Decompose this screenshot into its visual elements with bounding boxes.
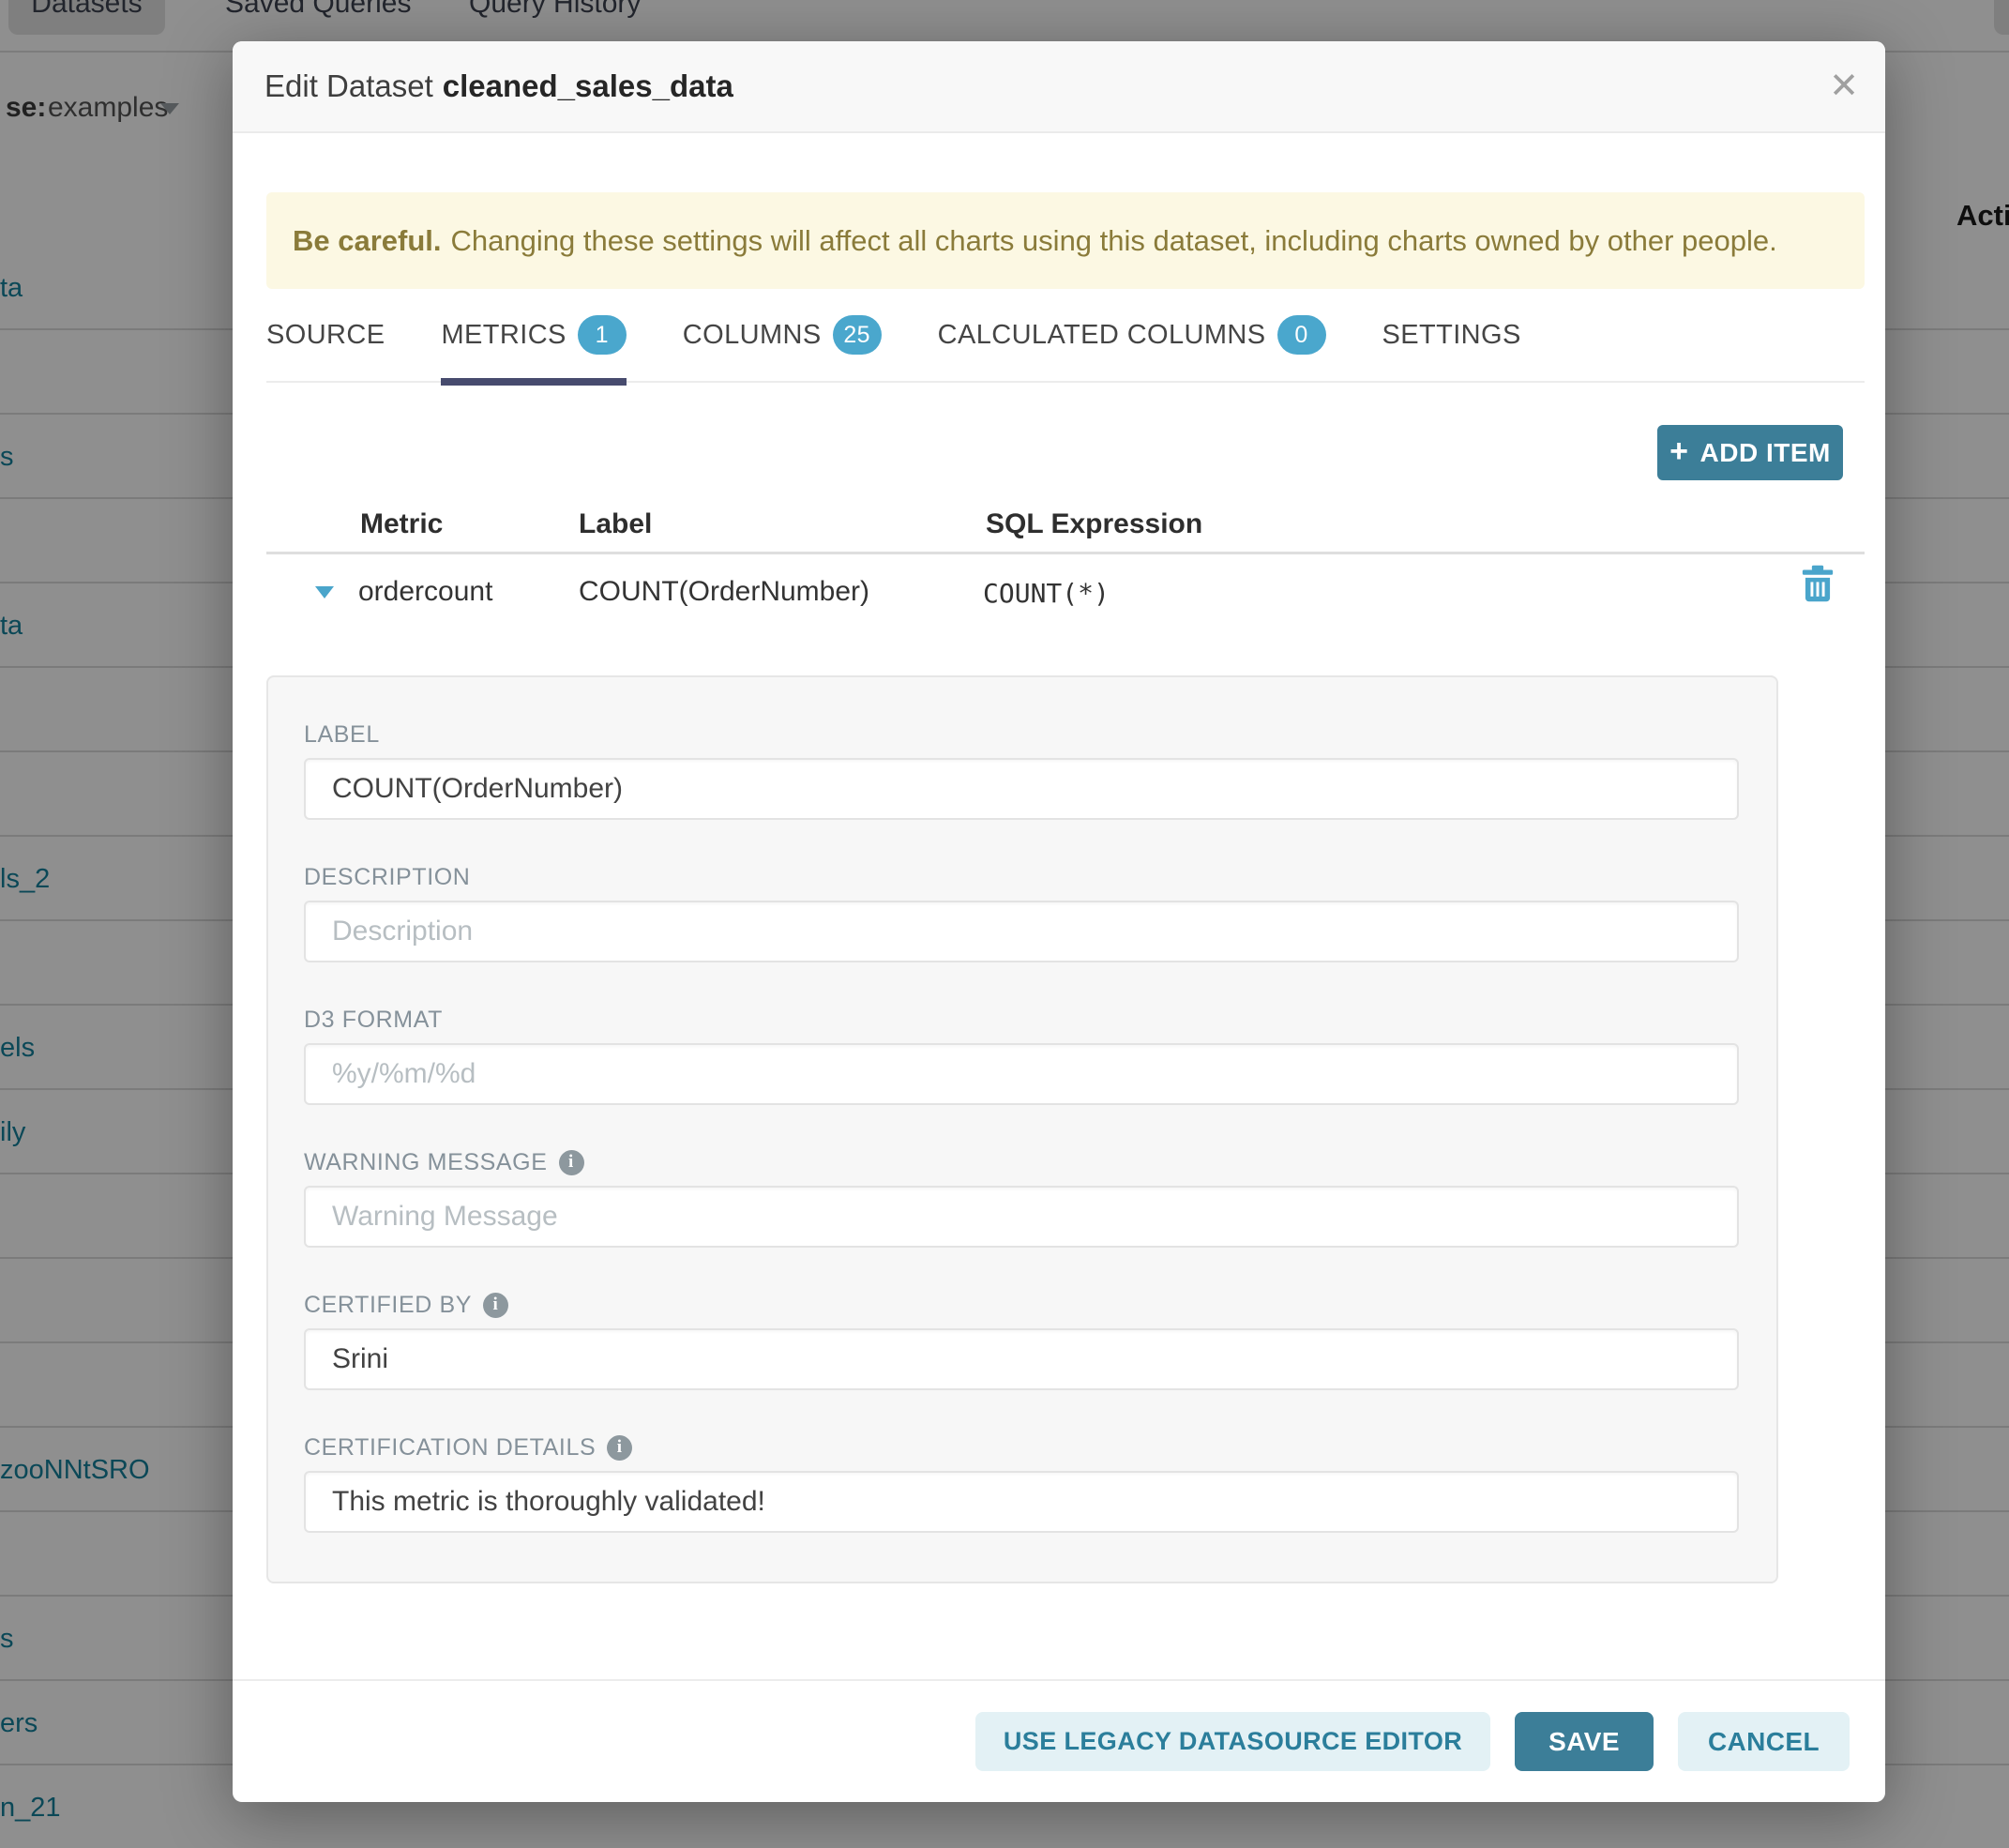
cancel-button[interactable]: CANCEL: [1678, 1712, 1850, 1771]
tab-source[interactable]: SOURCE: [266, 289, 385, 381]
caret-down-icon[interactable]: [315, 586, 334, 598]
info-icon: i: [559, 1150, 584, 1175]
certified-by-input[interactable]: [304, 1328, 1739, 1390]
metric-name-cell: ordercount: [358, 576, 492, 608]
use-legacy-datasource-editor-button[interactable]: USE LEGACY DATASOURCE EDITOR: [975, 1712, 1490, 1771]
columns-count-badge: 25: [833, 315, 882, 355]
tab-columns-label: COLUMNS: [683, 320, 822, 351]
warning-banner: Be careful. Changing these settings will…: [266, 192, 1865, 289]
edit-dataset-modal: Edit Dataset cleaned_sales_data ✕ Be care…: [233, 41, 1885, 1802]
warning-banner-bold: Be careful.: [293, 224, 442, 258]
modal-title-dataset-name: cleaned_sales_data: [443, 68, 733, 103]
tab-calculated-columns[interactable]: CALCULATED COLUMNS 0: [938, 289, 1326, 381]
tab-calculated-columns-label: CALCULATED COLUMNS: [938, 320, 1266, 351]
metrics-header-divider: [266, 552, 1865, 554]
tab-source-label: SOURCE: [266, 320, 385, 351]
sql-expression-column-header: SQL Expression: [986, 508, 1202, 540]
description-input[interactable]: [304, 901, 1739, 962]
modal-header: Edit Dataset cleaned_sales_data ✕: [233, 41, 1885, 133]
label-column-header: Label: [579, 508, 652, 540]
warning-banner-text: Changing these settings will affect all …: [451, 224, 1777, 258]
warning-message-input[interactable]: [304, 1186, 1739, 1248]
warning-message-field-label: WARNING MESSAGE i: [304, 1146, 1739, 1178]
modal-title: Edit Dataset cleaned_sales_data: [264, 68, 733, 104]
certification-details-input[interactable]: [304, 1471, 1739, 1533]
metric-edit-panel: LABEL DESCRIPTION D3 FORMAT WARNING MESS…: [266, 675, 1778, 1583]
info-icon: i: [607, 1435, 632, 1461]
description-field: DESCRIPTION: [304, 861, 1739, 962]
certification-details-field-label: CERTIFICATION DETAILS i: [304, 1431, 1739, 1463]
modal-footer: USE LEGACY DATASOURCE EDITOR SAVE CANCEL: [233, 1679, 1885, 1802]
certified-by-field: CERTIFIED BY i: [304, 1289, 1739, 1390]
tab-settings-label: SETTINGS: [1382, 320, 1521, 351]
d3-format-field: D3 FORMAT: [304, 1004, 1739, 1105]
modal-tab-bar: SOURCE METRICS 1 COLUMNS 25 CALCULATED C…: [266, 289, 1865, 383]
d3-format-input[interactable]: [304, 1043, 1739, 1105]
modal-title-prefix: Edit Dataset: [264, 68, 433, 103]
add-item-label: ADD ITEM: [1700, 438, 1831, 468]
add-item-button[interactable]: + ADD ITEM: [1657, 425, 1843, 480]
certified-by-field-label: CERTIFIED BY i: [304, 1289, 1739, 1321]
metric-column-header: Metric: [360, 508, 443, 540]
save-button[interactable]: SAVE: [1515, 1712, 1654, 1771]
metric-label-cell: COUNT(OrderNumber): [579, 576, 869, 608]
tab-columns[interactable]: COLUMNS 25: [683, 289, 882, 381]
calculated-columns-count-badge: 0: [1277, 315, 1326, 355]
plus-icon: +: [1669, 435, 1688, 467]
warning-message-field: WARNING MESSAGE i: [304, 1146, 1739, 1248]
metrics-count-badge: 1: [578, 315, 627, 355]
description-field-label: DESCRIPTION: [304, 861, 1739, 893]
certification-details-field: CERTIFICATION DETAILS i: [304, 1431, 1739, 1533]
tab-metrics[interactable]: METRICS 1: [441, 289, 626, 381]
trash-icon[interactable]: [1800, 565, 1835, 602]
metric-sql-cell: COUNT(*): [983, 578, 1110, 609]
close-icon[interactable]: ✕: [1829, 68, 1859, 104]
tab-metrics-label: METRICS: [441, 320, 566, 351]
label-field: LABEL: [304, 719, 1739, 820]
info-icon: i: [483, 1293, 508, 1318]
label-input[interactable]: [304, 758, 1739, 820]
d3-format-field-label: D3 FORMAT: [304, 1004, 1739, 1036]
label-field-label: LABEL: [304, 719, 1739, 750]
tab-settings[interactable]: SETTINGS: [1382, 289, 1521, 381]
